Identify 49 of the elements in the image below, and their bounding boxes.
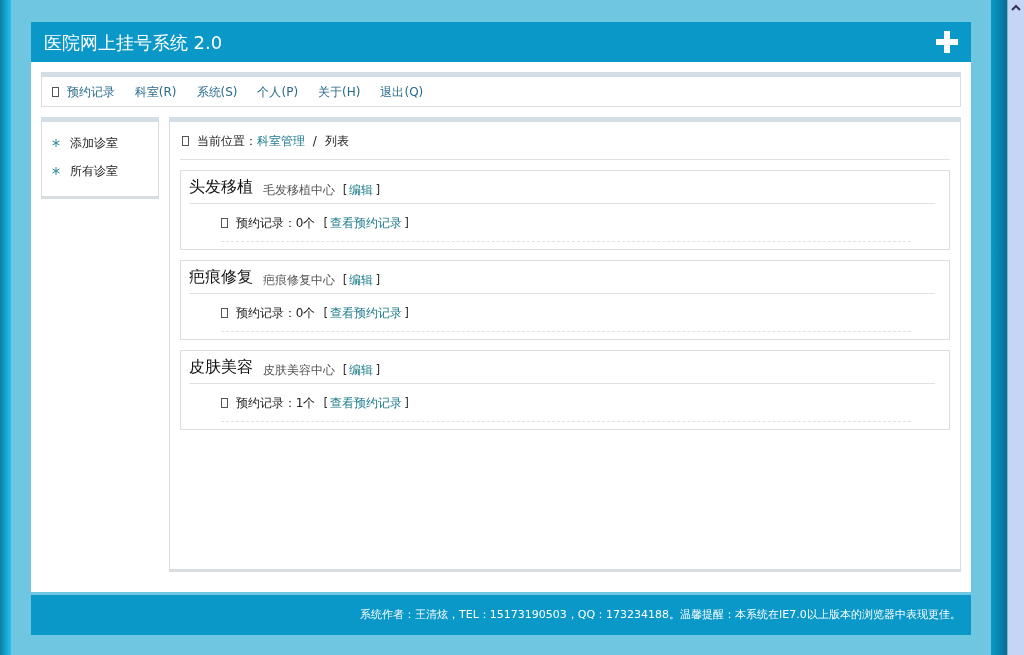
- department-center: 皮肤美容中心: [262, 362, 335, 379]
- bracket: ]: [404, 304, 409, 322]
- breadcrumb-separator: /: [312, 132, 317, 150]
- bracket: [: [323, 394, 329, 412]
- sidebar-link[interactable]: 所有诊室: [69, 162, 118, 180]
- bracket: [: [342, 362, 348, 379]
- bracket: ]: [404, 214, 409, 232]
- menu-link[interactable]: 预约记录: [66, 82, 115, 101]
- menu-link[interactable]: 关于(H): [318, 82, 361, 101]
- department-name: 头发移植: [188, 176, 253, 198]
- view-records-link[interactable]: 查看预约记录: [330, 303, 403, 322]
- view-records-link[interactable]: 查看预约记录: [330, 393, 403, 412]
- square-icon: [220, 217, 228, 228]
- breadcrumb-label: 当前位置：: [196, 132, 257, 150]
- sidebar-link[interactable]: 添加诊室: [69, 134, 118, 152]
- breadcrumb-current: 列表: [324, 132, 349, 150]
- menu-link[interactable]: 科室(R): [134, 82, 177, 101]
- bracket: ]: [404, 394, 409, 412]
- department-center: 疤痕修复中心: [262, 272, 335, 289]
- footer-text: 系统作者：王清炫，TEL：15173190503，QQ：173234188。温馨提醒：本系统在IE7.0以上版本的浏览器中表现更佳。: [360, 606, 961, 623]
- scrollbar[interactable]: [1007, 0, 1024, 655]
- bracket: [: [323, 214, 329, 232]
- department-name: 疤痕修复: [188, 266, 253, 288]
- plus-icon: [935, 31, 958, 53]
- square-icon: [220, 307, 228, 318]
- menu-link[interactable]: 系统(S): [196, 82, 238, 101]
- bracket: ]: [375, 362, 381, 379]
- square-icon: [220, 397, 228, 408]
- asterisk-icon: [51, 139, 60, 147]
- square-icon: [181, 135, 189, 146]
- menu-link[interactable]: 个人(P): [257, 82, 299, 101]
- bracket: [: [342, 272, 348, 289]
- records-count: 预约记录：0个: [235, 214, 316, 232]
- menu-link[interactable]: 退出(Q): [380, 82, 424, 101]
- bracket: [: [323, 304, 329, 322]
- edit-link[interactable]: 编辑: [349, 361, 374, 379]
- edit-link[interactable]: 编辑: [349, 181, 374, 199]
- department-name: 皮肤美容: [188, 356, 253, 378]
- app-title: 医院网上挂号系统 2.0: [43, 30, 223, 55]
- asterisk-icon: [51, 167, 60, 175]
- records-count: 预约记录：0个: [235, 304, 316, 322]
- department-center: 毛发移植中心: [262, 182, 335, 199]
- bracket: ]: [375, 272, 381, 289]
- breadcrumb-link[interactable]: 科室管理: [256, 131, 305, 150]
- bracket: [: [342, 182, 348, 199]
- bracket: ]: [375, 182, 381, 199]
- edit-link[interactable]: 编辑: [349, 271, 374, 289]
- records-count: 预约记录：1个: [235, 394, 316, 412]
- view-records-link[interactable]: 查看预约记录: [330, 213, 403, 232]
